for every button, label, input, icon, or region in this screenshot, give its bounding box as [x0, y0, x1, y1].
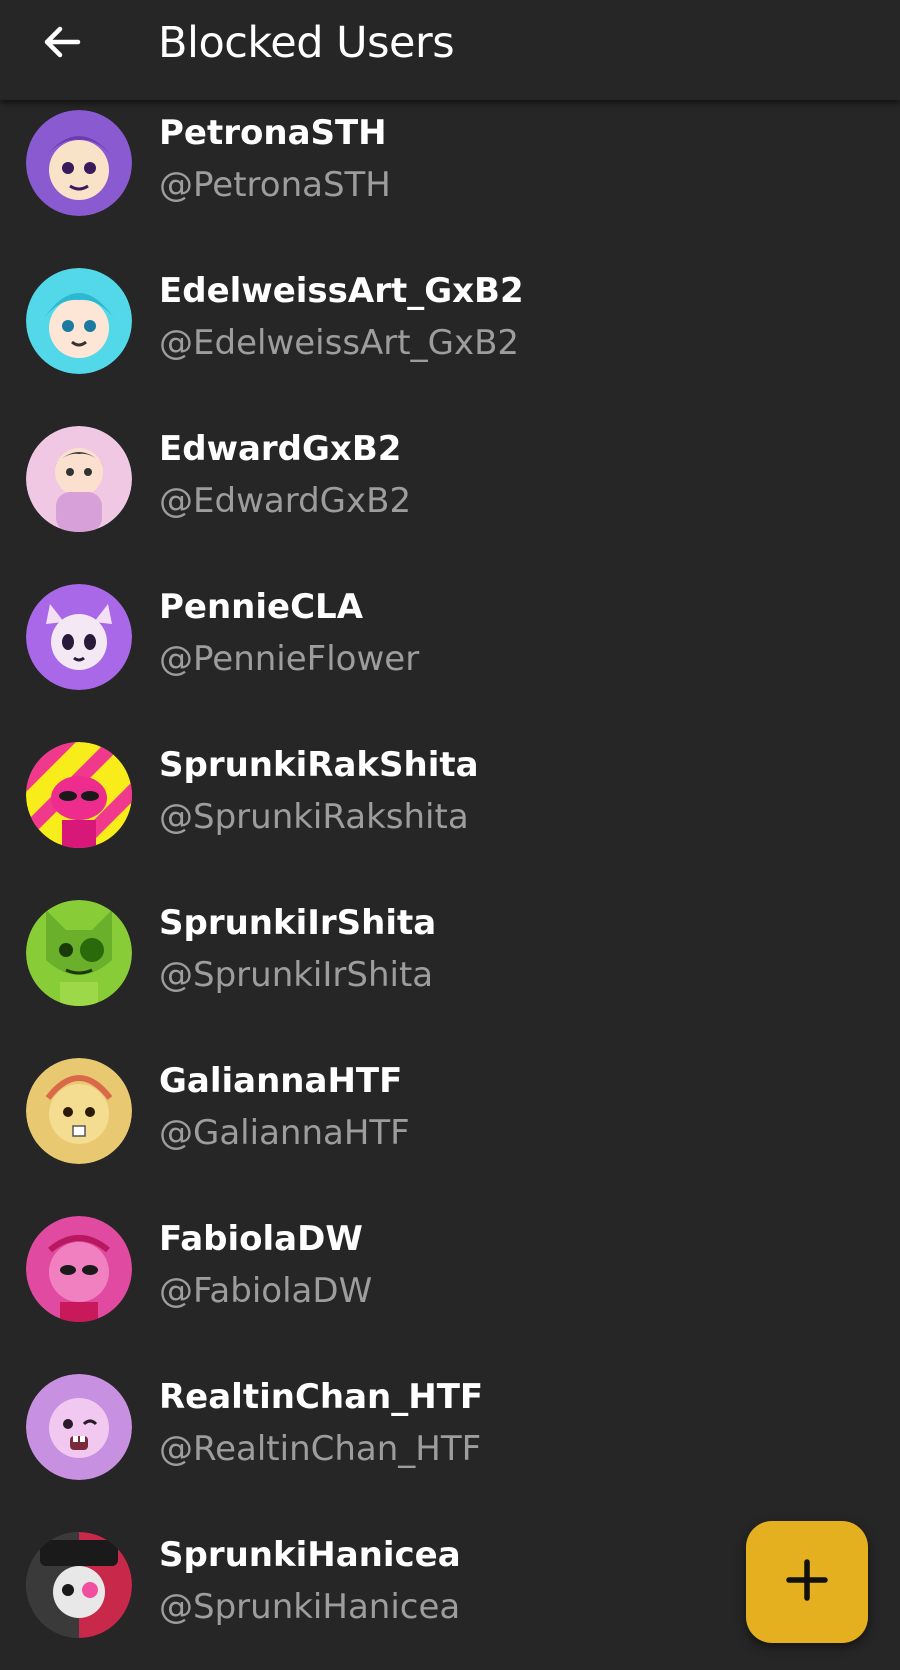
user-handle: @FabiolaDW — [159, 1271, 373, 1311]
avatar — [26, 1532, 132, 1638]
avatar — [26, 268, 132, 374]
avatar — [26, 584, 132, 690]
blocked-user-item[interactable]: GaliannaHTF @GaliannaHTF — [0, 1048, 900, 1206]
user-display-name: RealtinChan_HTF — [159, 1377, 484, 1417]
avatar — [26, 1216, 132, 1322]
blocked-user-item[interactable]: FabiolaDW @FabiolaDW — [0, 1206, 900, 1364]
user-display-name: EdelweissArt_GxB2 — [159, 271, 524, 311]
user-display-name: SprunkiHanicea — [159, 1535, 461, 1575]
add-blocked-user-button[interactable] — [746, 1521, 868, 1643]
arrow-back-icon — [40, 20, 84, 68]
user-handle: @SprunkiRakshita — [159, 797, 469, 837]
avatar — [26, 1374, 132, 1480]
blocked-user-item[interactable]: PennieCLA @PennieFlower — [0, 574, 900, 732]
avatar — [26, 900, 132, 1006]
user-handle: @SprunkiIrShita — [159, 955, 434, 995]
user-handle: @SprunkiHanicea — [159, 1587, 461, 1627]
page-title: Blocked Users — [158, 18, 455, 68]
user-display-name: GaliannaHTF — [159, 1061, 403, 1101]
user-handle: @GaliannaHTF — [159, 1113, 410, 1153]
plus-icon — [785, 1558, 829, 1606]
user-display-name: PetronaSTH — [159, 113, 387, 153]
blocked-user-item[interactable]: SprunkiRakShita @SprunkiRakshita — [0, 732, 900, 890]
blocked-user-item[interactable]: EdelweissArt_GxB2 @EdelweissArt_GxB2 — [0, 258, 900, 416]
blocked-user-item[interactable]: SprunkiIrShita @SprunkiIrShita — [0, 890, 900, 1048]
user-handle: @PetronaSTH — [159, 165, 391, 205]
user-display-name: EdwardGxB2 — [159, 429, 402, 469]
back-button[interactable] — [28, 10, 96, 78]
blocked-user-item[interactable]: EdwardGxB2 @EdwardGxB2 — [0, 416, 900, 574]
user-handle: @EdelweissArt_GxB2 — [159, 323, 520, 363]
user-handle: @RealtinChan_HTF — [159, 1429, 482, 1469]
blocked-users-list[interactable]: PetronaSTH @PetronaSTH EdelweissArt_GxB2… — [0, 100, 900, 1670]
user-display-name: PennieCLA — [159, 587, 364, 627]
app-bar: Blocked Users — [0, 0, 900, 100]
blocked-user-item[interactable]: PetronaSTH @PetronaSTH — [0, 100, 900, 258]
avatar — [26, 1058, 132, 1164]
blocked-user-item[interactable]: RealtinChan_HTF @RealtinChan_HTF — [0, 1364, 900, 1522]
avatar — [26, 426, 132, 532]
avatar — [26, 742, 132, 848]
user-display-name: FabiolaDW — [159, 1219, 363, 1259]
blocked-users-screen: Blocked Users PetronaSTH @PetronaSTH Ede… — [0, 0, 900, 1670]
avatar — [26, 110, 132, 216]
user-display-name: SprunkiRakShita — [159, 745, 479, 785]
user-display-name: SprunkiIrShita — [159, 903, 437, 943]
user-handle: @PennieFlower — [159, 639, 420, 679]
user-handle: @EdwardGxB2 — [159, 481, 412, 521]
